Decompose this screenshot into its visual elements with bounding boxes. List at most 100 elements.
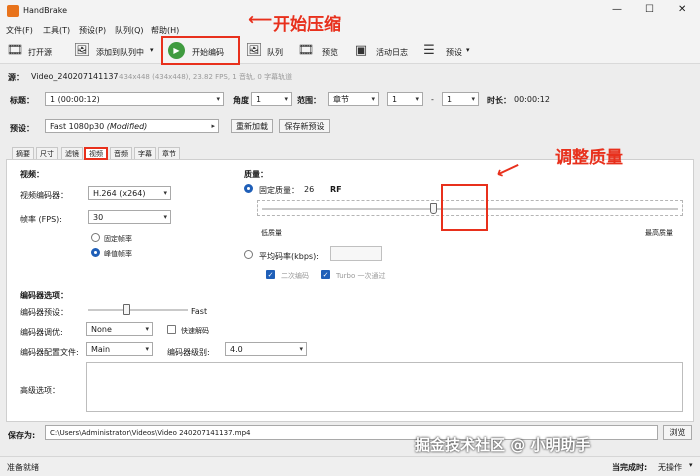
peak-fps-radio[interactable]	[91, 248, 100, 257]
constant-fps-radio[interactable]	[91, 233, 100, 242]
advanced-options-textarea[interactable]	[86, 362, 683, 412]
status-bar: 准备就绪 当完成时: 无操作 ▾	[0, 456, 700, 476]
menu-queue[interactable]: 队列(Q)	[115, 25, 144, 36]
video-heading: 视频：	[20, 170, 44, 179]
watermark-text: 掘金技术社区 @ 小明助手	[415, 436, 591, 454]
encoder-level-select[interactable]: 4.0 ▾	[225, 342, 307, 356]
film-icon: 🎞	[6, 42, 24, 58]
range-to-select[interactable]: 1 ▾	[442, 92, 479, 106]
constant-quality-label: 固定质量：	[259, 186, 299, 195]
title-label: 标题：	[10, 96, 34, 105]
when-done-chevron-icon[interactable]: ▾	[689, 461, 693, 469]
quality-highlight-box	[441, 184, 488, 231]
chevron-down-icon[interactable]: ▾	[150, 46, 154, 54]
play-icon: ▶	[168, 42, 185, 59]
window-title: HandBrake	[23, 6, 68, 15]
menu-bar: 文件(F) 工具(T) 预设(P) 队列(Q) 帮助(H)	[0, 22, 700, 38]
title-select[interactable]: 1 (00:00:12) ▾	[45, 92, 224, 106]
fps-label: 帧率 (FPS):	[20, 215, 62, 224]
reload-preset-button[interactable]: 重新加载	[231, 119, 273, 133]
two-pass-checkbox[interactable]: ✓	[266, 270, 275, 279]
high-quality-label: 最高质量	[645, 229, 673, 237]
advanced-options-label: 高级选项：	[20, 386, 60, 395]
close-button[interactable]: ✕	[678, 4, 686, 15]
angle-label: 角度	[233, 96, 249, 105]
two-pass-label: 二次编码	[281, 272, 309, 280]
activity-log-icon: ▣	[354, 42, 368, 58]
constant-quality-radio[interactable]	[244, 184, 253, 193]
encoder-level-label: 编码器级别:	[167, 348, 210, 357]
rf-value: 26	[304, 185, 315, 194]
angle-select[interactable]: 1 ▾	[251, 92, 292, 106]
preview-button[interactable]: 预览	[322, 47, 338, 58]
turbo-checkbox[interactable]: ✓	[321, 270, 330, 279]
annotation-start-arrow: ⟵	[248, 10, 273, 30]
source-name: Video_240207141137	[31, 72, 119, 81]
range-dash: -	[431, 95, 434, 104]
menu-file[interactable]: 文件(F)	[6, 25, 33, 36]
queue-button[interactable]: 队列	[267, 47, 283, 58]
duration-value: 00:00:12	[514, 95, 550, 104]
quality-slider-thumb[interactable]	[429, 203, 437, 214]
rf-unit: RF	[330, 185, 342, 194]
minimize-button[interactable]: —	[612, 4, 622, 15]
source-label: 源：	[8, 73, 24, 82]
fast-decode-checkbox[interactable]	[167, 325, 176, 334]
when-done-label: 当完成时:	[612, 463, 648, 472]
presets-button[interactable]: 预设	[446, 47, 462, 58]
range-label: 范围：	[297, 96, 321, 105]
open-source-button[interactable]: 打开源	[28, 47, 52, 58]
status-text: 准备就绪	[7, 463, 39, 472]
save-as-label: 保存为:	[8, 431, 36, 440]
duration-label: 时长：	[487, 96, 511, 105]
when-done-select[interactable]: 无操作	[658, 462, 682, 473]
quality-heading: 质量：	[244, 170, 268, 179]
encoder-preset-slider[interactable]	[88, 303, 188, 317]
encoder-profile-select[interactable]: Main ▾	[86, 342, 153, 356]
source-info: 434x448 (434x448), 23.82 FPS, 1 音轨, 0 字幕…	[119, 73, 293, 81]
video-codec-select[interactable]: H.264 (x264) ▾	[88, 186, 171, 200]
encoder-options-heading: 编码器选项：	[20, 291, 68, 300]
low-quality-label: 低质量	[261, 229, 282, 237]
range-from-select[interactable]: 1 ▾	[387, 92, 423, 106]
turbo-label: Turbo 一次通过	[336, 272, 386, 280]
handbrake-logo-icon	[7, 5, 19, 17]
range-type-select[interactable]: 章节 ▾	[328, 92, 379, 106]
avg-bitrate-label: 平均码率(kbps):	[259, 252, 319, 261]
preset-select[interactable]: Fast 1080p30 (Modified) ▸	[45, 119, 219, 133]
add-to-queue-button[interactable]: 添加到队列中	[96, 47, 144, 58]
video-codec-label: 视频编码器：	[20, 191, 68, 200]
add-queue-icon: 🖼	[73, 42, 91, 58]
encoder-preset-value: Fast	[191, 307, 208, 316]
tab-video[interactable]: 视频	[84, 147, 108, 160]
title-bar: HandBrake — ☐ ✕	[0, 0, 700, 22]
preview-icon: 🎞	[297, 42, 315, 58]
activity-log-button[interactable]: 活动日志	[376, 47, 408, 58]
menu-tools[interactable]: 工具(T)	[43, 25, 70, 36]
save-new-preset-button[interactable]: 保存新预设	[279, 119, 330, 133]
menu-help[interactable]: 帮助(H)	[151, 25, 179, 36]
encoder-preset-track	[88, 309, 188, 311]
encoder-profile-label: 编码器配置文件:	[20, 348, 79, 357]
toolbar: 🎞 打开源 🖼 添加到队列中 ▾ ▶ 开始编码 🖼 队列 🎞 预览 ▣ 活动日志…	[0, 36, 700, 65]
menu-presets[interactable]: 预设(P)	[79, 25, 106, 36]
annotation-quality-text: 调整质量	[555, 148, 623, 168]
constant-fps-label: 固定帧率	[104, 235, 132, 243]
encoder-preset-label: 编码器预设：	[20, 308, 68, 317]
avg-bitrate-radio[interactable]	[244, 250, 253, 259]
browse-button[interactable]: 浏览	[663, 425, 692, 440]
encoder-preset-thumb[interactable]	[123, 304, 131, 315]
fps-select[interactable]: 30 ▾	[88, 210, 171, 224]
peak-fps-label: 峰值帧率	[104, 250, 132, 258]
encoder-tune-label: 编码器调优:	[20, 328, 63, 337]
preset-label: 预设：	[10, 124, 34, 133]
queue-icon: 🖼	[245, 42, 263, 58]
encoder-tune-select[interactable]: None ▾	[86, 322, 153, 336]
presets-icon: ☰	[423, 42, 435, 58]
annotation-start-text: 开始压缩	[273, 15, 341, 35]
presets-chevron-icon[interactable]: ▾	[466, 46, 470, 54]
maximize-button[interactable]: ☐	[645, 4, 654, 15]
avg-bitrate-input[interactable]	[330, 246, 382, 261]
start-encode-button[interactable]: 开始编码	[192, 47, 224, 58]
fast-decode-label: 快速解码	[181, 327, 209, 335]
